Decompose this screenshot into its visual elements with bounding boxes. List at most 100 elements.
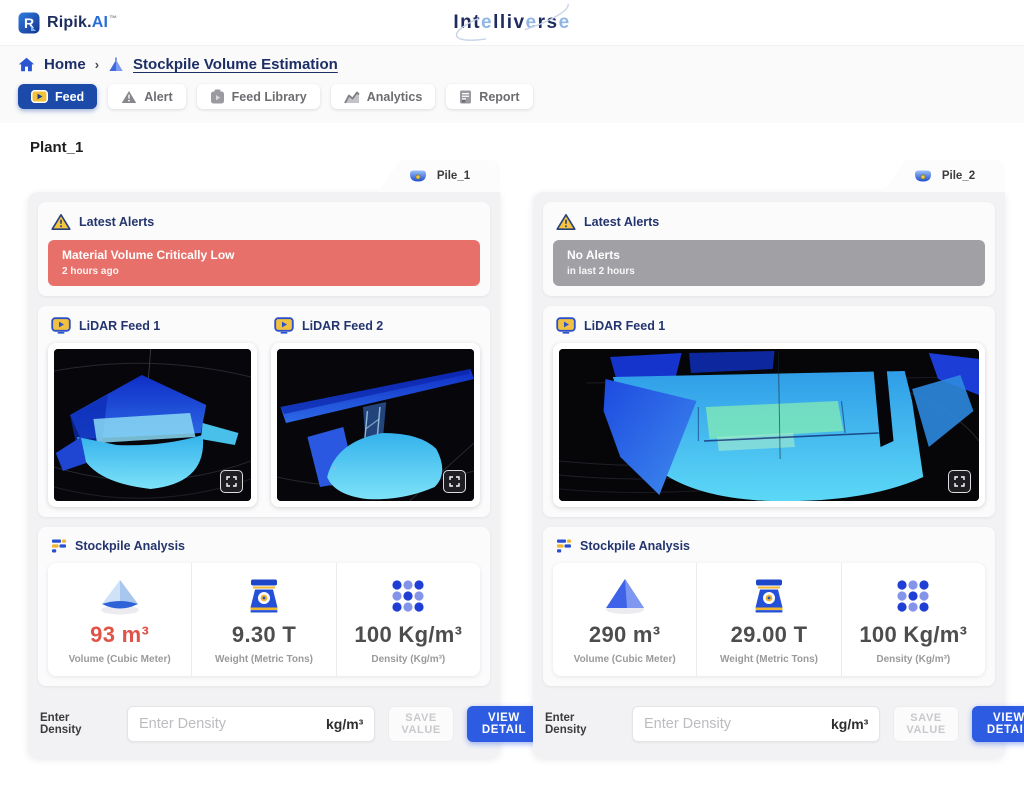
fullscreen-expand-icon[interactable]: [948, 470, 971, 493]
weight-stat: 29.00 T Weight (Metric Tons): [697, 563, 841, 676]
alert-item: No Alerts in last 2 hours: [553, 240, 985, 286]
density-input[interactable]: [139, 716, 326, 732]
feed-play-icon: [31, 90, 48, 103]
analysis-title: Stockpile Analysis: [75, 539, 185, 553]
intelliverse-logo: Intelliverse: [453, 12, 570, 34]
alerts-title: Latest Alerts: [79, 215, 154, 229]
weight-scale-icon: [749, 576, 789, 616]
weight-stat: 9.30 T Weight (Metric Tons): [192, 563, 336, 676]
density-value: 100 Kg/m³: [343, 622, 474, 648]
weight-value: 29.00 T: [703, 622, 834, 648]
monitor-play-icon: [274, 317, 294, 334]
fullscreen-expand-icon[interactable]: [443, 470, 466, 493]
analysis-sliders-icon: [51, 538, 67, 554]
latest-alerts-section: Latest Alerts No Alerts in last 2 hours: [543, 202, 995, 296]
lidar-pointcloud-feed-1[interactable]: [54, 349, 251, 501]
warning-triangle-icon: [51, 213, 71, 231]
breadcrumb-separator: ›: [95, 57, 99, 72]
enter-density-label: Enter Density: [40, 712, 114, 736]
weight-label: Weight (Metric Tons): [703, 654, 834, 665]
brand-name: Ripik.AI™: [47, 14, 117, 32]
fullscreen-expand-icon[interactable]: [220, 470, 243, 493]
alert-time: in last 2 hours: [567, 266, 971, 277]
ripik-logo[interactable]: R Ripik.AI™: [18, 12, 117, 34]
feed-label: LiDAR Feed 1: [584, 319, 665, 333]
volume-pyramid-icon: [602, 576, 648, 616]
weight-scale-icon: [244, 576, 284, 616]
volume-pyramid-low-icon: [97, 576, 143, 616]
weight-value: 9.30 T: [198, 622, 329, 648]
alerts-title: Latest Alerts: [584, 215, 659, 229]
latest-alerts-section: Latest Alerts Material Volume Critically…: [38, 202, 490, 296]
analysis-sliders-icon: [556, 538, 572, 554]
tab-report[interactable]: Report: [446, 84, 532, 109]
pile-2-tab[interactable]: Pile_2: [883, 160, 1005, 192]
pile-1-panel: Pile_1 Latest Alerts Material Volume Cr: [28, 160, 500, 758]
warning-triangle-icon: [556, 213, 576, 231]
breadcrumb: Home › Stockpile Volume Estimation: [18, 56, 1006, 73]
alert-item[interactable]: Material Volume Critically Low 2 hours a…: [48, 240, 480, 286]
alert-triangle-icon: [121, 90, 137, 104]
pointcloud-render: [559, 349, 979, 501]
volume-label: Volume (Cubic Meter): [54, 654, 185, 665]
pile-2-panel: Pile_2 Latest Alerts No Alerts: [533, 160, 1005, 758]
alert-message: No Alerts: [567, 248, 971, 262]
report-document-icon: [459, 90, 472, 104]
density-value: 100 Kg/m³: [848, 622, 979, 648]
feed-label: LiDAR Feed 1: [79, 319, 160, 333]
volume-stat: 290 m³ Volume (Cubic Meter): [553, 563, 697, 676]
save-value-button[interactable]: SAVE VALUE: [893, 706, 958, 742]
density-dots-icon: [893, 576, 933, 616]
enter-density-label: Enter Density: [545, 712, 619, 736]
view-detail-button[interactable]: VIEW DETAIL: [467, 706, 541, 742]
lidar-feed-2-column: LiDAR Feed 2: [271, 316, 480, 507]
main-content: Plant_1 Pile_1: [0, 123, 1024, 806]
lidar-feeds-section: LiDAR Feed 1: [38, 306, 490, 517]
lidar-pointcloud-feed-1[interactable]: [559, 349, 979, 501]
breadcrumb-current[interactable]: Stockpile Volume Estimation: [133, 56, 338, 73]
plant-title: Plant_1: [30, 139, 996, 156]
tab-alert[interactable]: Alert: [108, 84, 185, 109]
analysis-title: Stockpile Analysis: [580, 539, 690, 553]
density-dots-icon: [388, 576, 428, 616]
tab-feed[interactable]: Feed: [18, 84, 97, 109]
weight-label: Weight (Metric Tons): [198, 654, 329, 665]
feed-label: LiDAR Feed 2: [302, 319, 383, 333]
tab-feed-library[interactable]: Feed Library: [197, 84, 320, 109]
monitor-play-icon: [51, 317, 71, 334]
alert-time: 2 hours ago: [62, 266, 466, 277]
stockpile-icon: [108, 57, 124, 73]
density-label: Density (Kg/m³): [848, 654, 979, 665]
pile-panels: Pile_1 Latest Alerts Material Volume Cr: [28, 160, 996, 758]
density-input[interactable]: [644, 716, 831, 732]
alert-message: Material Volume Critically Low: [62, 248, 466, 262]
lidar-feed-1-column: LiDAR Feed 1: [48, 316, 257, 507]
svg-text:×: ×: [333, 464, 337, 473]
analytics-chart-icon: [344, 90, 360, 104]
monitor-play-icon: [556, 317, 576, 334]
camera-dome-icon: [408, 169, 428, 183]
save-value-button[interactable]: SAVE VALUE: [388, 706, 453, 742]
lidar-pointcloud-feed-2[interactable]: ×: [277, 349, 474, 501]
density-stat: 100 Kg/m³ Density (Kg/m³): [337, 563, 480, 676]
camera-dome-icon: [913, 169, 933, 183]
stockpile-analysis-section: Stockpile Analysis 290 m³: [543, 527, 995, 686]
volume-value: 290 m³: [559, 622, 690, 648]
breadcrumb-home[interactable]: Home: [44, 56, 86, 73]
top-bar: R Ripik.AI™ Intelliverse: [0, 0, 1024, 46]
tab-bar: Feed Alert Feed Library Analytics: [18, 84, 1006, 109]
lidar-feeds-section: LiDAR Feed 1: [543, 306, 995, 517]
stockpile-analysis-section: Stockpile Analysis: [38, 527, 490, 686]
pile-1-tab[interactable]: Pile_1: [378, 160, 500, 192]
density-form: Enter Density kg/m³ SAVE VALUE VIEW DETA…: [543, 696, 995, 748]
tab-analytics[interactable]: Analytics: [331, 84, 436, 109]
density-label: Density (Kg/m³): [343, 654, 474, 665]
view-detail-button[interactable]: VIEW DETAIL: [972, 706, 1024, 742]
density-stat: 100 Kg/m³ Density (Kg/m³): [842, 563, 985, 676]
volume-stat: 93 m³ Volume (Cubic Meter): [48, 563, 192, 676]
ripik-logo-icon: R: [18, 12, 40, 34]
volume-value: 93 m³: [54, 622, 185, 648]
density-unit: kg/m³: [831, 716, 868, 732]
density-unit: kg/m³: [326, 716, 363, 732]
home-icon: [18, 57, 35, 72]
